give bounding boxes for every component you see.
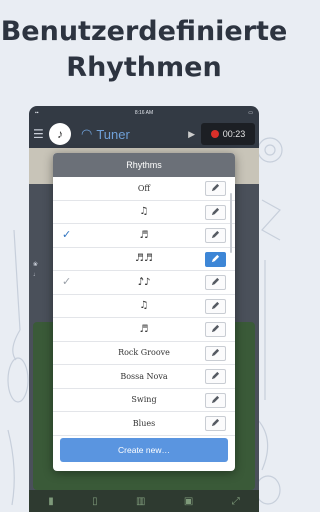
pencil-icon	[211, 230, 220, 241]
rhythm-row[interactable]: Blues	[53, 412, 235, 436]
rhythm-row[interactable]: ♫	[53, 295, 235, 318]
rhythm-row[interactable]: ♫	[53, 201, 235, 224]
pencil-icon	[211, 254, 220, 265]
rhythm-row[interactable]: ♬♬	[53, 248, 235, 271]
headline-line-1: Benutzerdefinierte	[0, 16, 288, 47]
bottom-toolbar: ▮ ▯ ▥ ▣ ⤢	[29, 490, 259, 512]
rhythm-label: ♬	[139, 323, 149, 335]
timer-value: 00:23	[222, 129, 246, 139]
note-icon[interactable]: ♩	[33, 270, 39, 280]
pencil-icon	[211, 348, 220, 359]
pencil-icon	[211, 207, 220, 218]
edit-rhythm-button[interactable]	[205, 345, 226, 361]
stats-icon[interactable]: ▥	[136, 496, 145, 507]
rhythm-row[interactable]: Rock Groove	[53, 342, 235, 365]
edit-rhythm-button[interactable]	[205, 228, 226, 243]
edit-rhythm-button[interactable]	[205, 369, 226, 384]
edit-rhythm-button[interactable]	[205, 251, 226, 267]
pencil-icon	[211, 183, 220, 194]
tuner-button[interactable]: ◠ Tuner	[81, 126, 130, 142]
pencil-icon	[211, 301, 220, 312]
pencil-icon	[211, 395, 220, 406]
rhythm-row[interactable]: ✓ ♪̂♪	[53, 271, 235, 295]
rhythm-label: Blues	[132, 418, 156, 428]
checkmark-icon: ✓	[62, 229, 72, 241]
rhythm-label: ♬♬	[135, 253, 153, 265]
dialog-title: Rhythms	[53, 153, 235, 177]
side-controls: ❀ ♩	[33, 260, 39, 280]
rhythm-row[interactable]: ♬	[53, 318, 235, 342]
create-new-button[interactable]: Create new…	[60, 438, 228, 462]
rhythm-row[interactable]: Off	[53, 177, 235, 201]
rhythm-row[interactable]: Bossa Nova	[53, 365, 235, 389]
headline: Benutzerdefinierte Rhythmen	[0, 14, 288, 86]
rhythm-row[interactable]: ✓ ♬̈	[53, 224, 235, 248]
rhythm-label: Swing	[131, 395, 157, 405]
rhythm-label: ♫	[139, 300, 149, 312]
edit-rhythm-button[interactable]	[205, 392, 226, 408]
record-icon	[210, 130, 219, 138]
status-time: 8:16 AM	[134, 110, 154, 116]
rhythm-label: ♪̂♪	[137, 276, 151, 288]
checkmark-icon: ✓	[62, 276, 72, 288]
flashlight-icon[interactable]: ▮	[48, 496, 54, 507]
play-icon[interactable]: ▶	[188, 129, 195, 140]
rhythm-label: ♫	[139, 206, 149, 218]
edit-rhythm-button[interactable]	[205, 181, 226, 196]
rhythms-dialog: Rhythms Off ♫ ✓ ♬̈ ♬♬ ✓ ♪̂♪ ♫ ♬ Rock Groove Bossa …	[53, 153, 235, 471]
edit-rhythm-button[interactable]	[205, 298, 226, 314]
scrollbar[interactable]	[230, 193, 232, 253]
pencil-icon	[211, 277, 220, 288]
tuner-label: Tuner	[96, 126, 130, 142]
pencil-icon	[211, 324, 220, 335]
edit-rhythm-button[interactable]	[205, 275, 226, 290]
app-logo: ♪	[49, 123, 71, 145]
rhythm-label: ♬̈	[139, 229, 149, 241]
edit-rhythm-button[interactable]	[205, 416, 226, 431]
edit-rhythm-button[interactable]	[205, 204, 226, 220]
app-bar: ☰ ♪ ◠ Tuner ▶ 00:23	[29, 120, 259, 148]
pencil-icon	[211, 371, 220, 382]
rhythm-label: Rock Groove	[118, 348, 170, 358]
rhythm-list: Off ♫ ✓ ♬̈ ♬♬ ✓ ♪̂♪ ♫ ♬ Rock Groove Bossa Nova Swin…	[53, 177, 235, 436]
rhythm-label: Bossa Nova	[120, 371, 168, 381]
fullscreen-icon[interactable]: ⤢	[232, 496, 240, 507]
rhythm-row[interactable]: Swing	[53, 389, 235, 412]
lotus-icon[interactable]: ❀	[33, 260, 39, 270]
pencil-icon	[211, 418, 220, 429]
menu-icon[interactable]: ☰	[33, 127, 47, 141]
tuner-icon: ◠	[81, 126, 93, 141]
phone-icon[interactable]: ▣	[184, 496, 193, 507]
vibrate-icon[interactable]: ▯	[92, 496, 98, 507]
rhythm-label: Off	[137, 183, 151, 193]
record-timer[interactable]: 00:23	[201, 123, 255, 145]
edit-rhythm-button[interactable]	[205, 322, 226, 337]
headline-line-2: Rhythmen	[66, 52, 222, 83]
status-bar: ▪▪ 8:16 AM ▭	[29, 106, 259, 120]
